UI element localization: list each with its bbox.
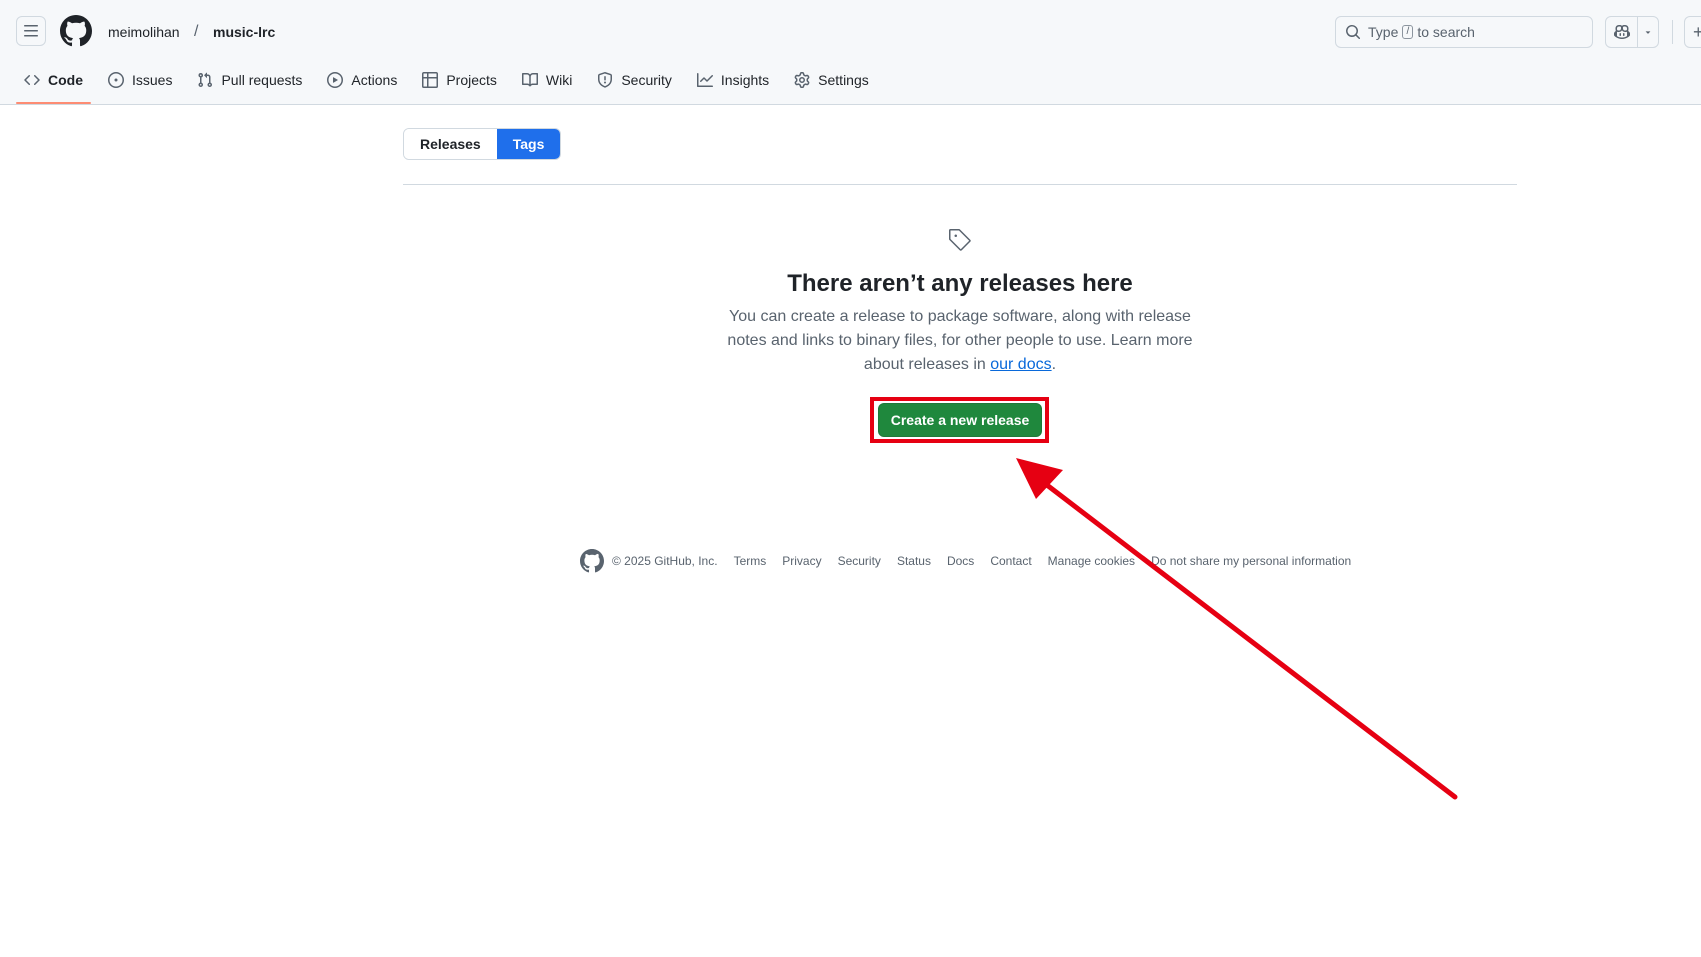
tab-actions-label: Actions — [351, 72, 398, 88]
tab-settings-label: Settings — [818, 72, 869, 88]
gear-icon — [794, 72, 810, 88]
search-input[interactable]: Type / to search — [1335, 16, 1593, 48]
hamburger-icon — [24, 25, 38, 37]
tab-releases[interactable]: Releases — [404, 129, 497, 159]
tab-pull-requests-label: Pull requests — [221, 72, 303, 88]
tab-code-label: Code — [48, 72, 83, 88]
tab-issues-label: Issues — [132, 72, 173, 88]
search-shortcut-key: / — [1402, 25, 1414, 39]
tab-pull-requests[interactable]: Pull requests — [189, 64, 310, 96]
tab-insights[interactable]: Insights — [689, 64, 777, 96]
tab-wiki-label: Wiki — [545, 72, 573, 88]
footer-link-do-not-share[interactable]: Do not share my personal information — [1151, 554, 1351, 568]
section-divider — [403, 184, 1517, 185]
tab-tags[interactable]: Tags — [496, 129, 561, 159]
blankslate-text-line1: You can create a release to package soft… — [729, 308, 1191, 325]
github-logo-icon[interactable] — [60, 15, 92, 47]
breadcrumb-repo[interactable]: music-lrc — [213, 22, 275, 42]
code-icon — [24, 72, 40, 88]
footer-link-terms[interactable]: Terms — [734, 554, 767, 568]
footer-link-privacy[interactable]: Privacy — [782, 554, 821, 568]
app-header: meimolihan / music-lrc Type / to search … — [0, 0, 1701, 105]
footer-copyright: © 2025 GitHub, Inc. — [612, 554, 718, 568]
annotation-arrow-icon — [1016, 458, 1458, 800]
footer-link-security[interactable]: Security — [838, 554, 881, 568]
open-global-nav-button[interactable] — [16, 16, 46, 46]
blankslate-text-line2: notes and links to binary files, for oth… — [727, 332, 1193, 349]
shield-icon — [597, 72, 613, 88]
breadcrumb-separator: / — [194, 23, 199, 40]
copilot-icon[interactable] — [1606, 17, 1639, 47]
footer-link-manage-cookies[interactable]: Manage cookies — [1048, 554, 1135, 568]
search-placeholder-suffix: to search — [1417, 24, 1475, 40]
blankslate-title: There aren’t any releases here — [787, 270, 1133, 297]
footer-link-contact[interactable]: Contact — [990, 554, 1031, 568]
tab-settings[interactable]: Settings — [786, 64, 877, 96]
plus-icon: + — [1693, 22, 1701, 42]
tab-actions[interactable]: Actions — [319, 64, 405, 96]
book-icon — [521, 72, 538, 88]
issue-opened-icon — [108, 72, 124, 88]
releases-blankslate: There aren’t any releases here You can c… — [403, 228, 1517, 377]
copilot-dropdown-chevron-icon[interactable] — [1638, 17, 1658, 47]
play-icon — [327, 72, 344, 88]
tab-code[interactable]: Code — [16, 64, 91, 104]
footer-link-docs[interactable]: Docs — [947, 554, 974, 568]
tab-security[interactable]: Security — [589, 64, 680, 96]
footer-github-logo-icon[interactable] — [580, 549, 604, 573]
site-footer: © 2025 GitHub, Inc. Terms Privacy Securi… — [580, 549, 1367, 573]
tab-security-label: Security — [621, 72, 672, 88]
tab-issues[interactable]: Issues — [100, 64, 180, 96]
tab-insights-label: Insights — [720, 72, 770, 88]
create-new-button[interactable]: + — [1684, 16, 1701, 48]
search-placeholder-prefix: Type — [1368, 24, 1399, 40]
repo-nav: Code Issues Pull requests Actions Projec… — [16, 64, 886, 104]
tab-projects[interactable]: Projects — [414, 64, 505, 96]
tab-wiki[interactable]: Wiki — [514, 64, 580, 96]
annotation-highlight-box — [870, 397, 1049, 443]
header-divider — [1672, 20, 1673, 44]
table-icon — [422, 72, 439, 88]
graph-icon — [696, 72, 713, 88]
copilot-button[interactable] — [1605, 16, 1659, 48]
docs-link[interactable]: our docs — [990, 356, 1051, 373]
blankslate-description: You can create a release to package soft… — [720, 305, 1200, 377]
search-icon — [1345, 24, 1361, 40]
footer-link-status[interactable]: Status — [897, 554, 931, 568]
tab-projects-label: Projects — [446, 72, 497, 88]
blankslate-text-period: . — [1051, 356, 1057, 373]
blankslate-text-line3: about releases in — [863, 356, 986, 373]
git-pull-request-icon — [197, 72, 213, 88]
breadcrumb-owner[interactable]: meimolihan — [108, 22, 180, 42]
releases-tags-switch: Releases Tags — [403, 128, 562, 160]
tag-icon — [949, 229, 971, 251]
